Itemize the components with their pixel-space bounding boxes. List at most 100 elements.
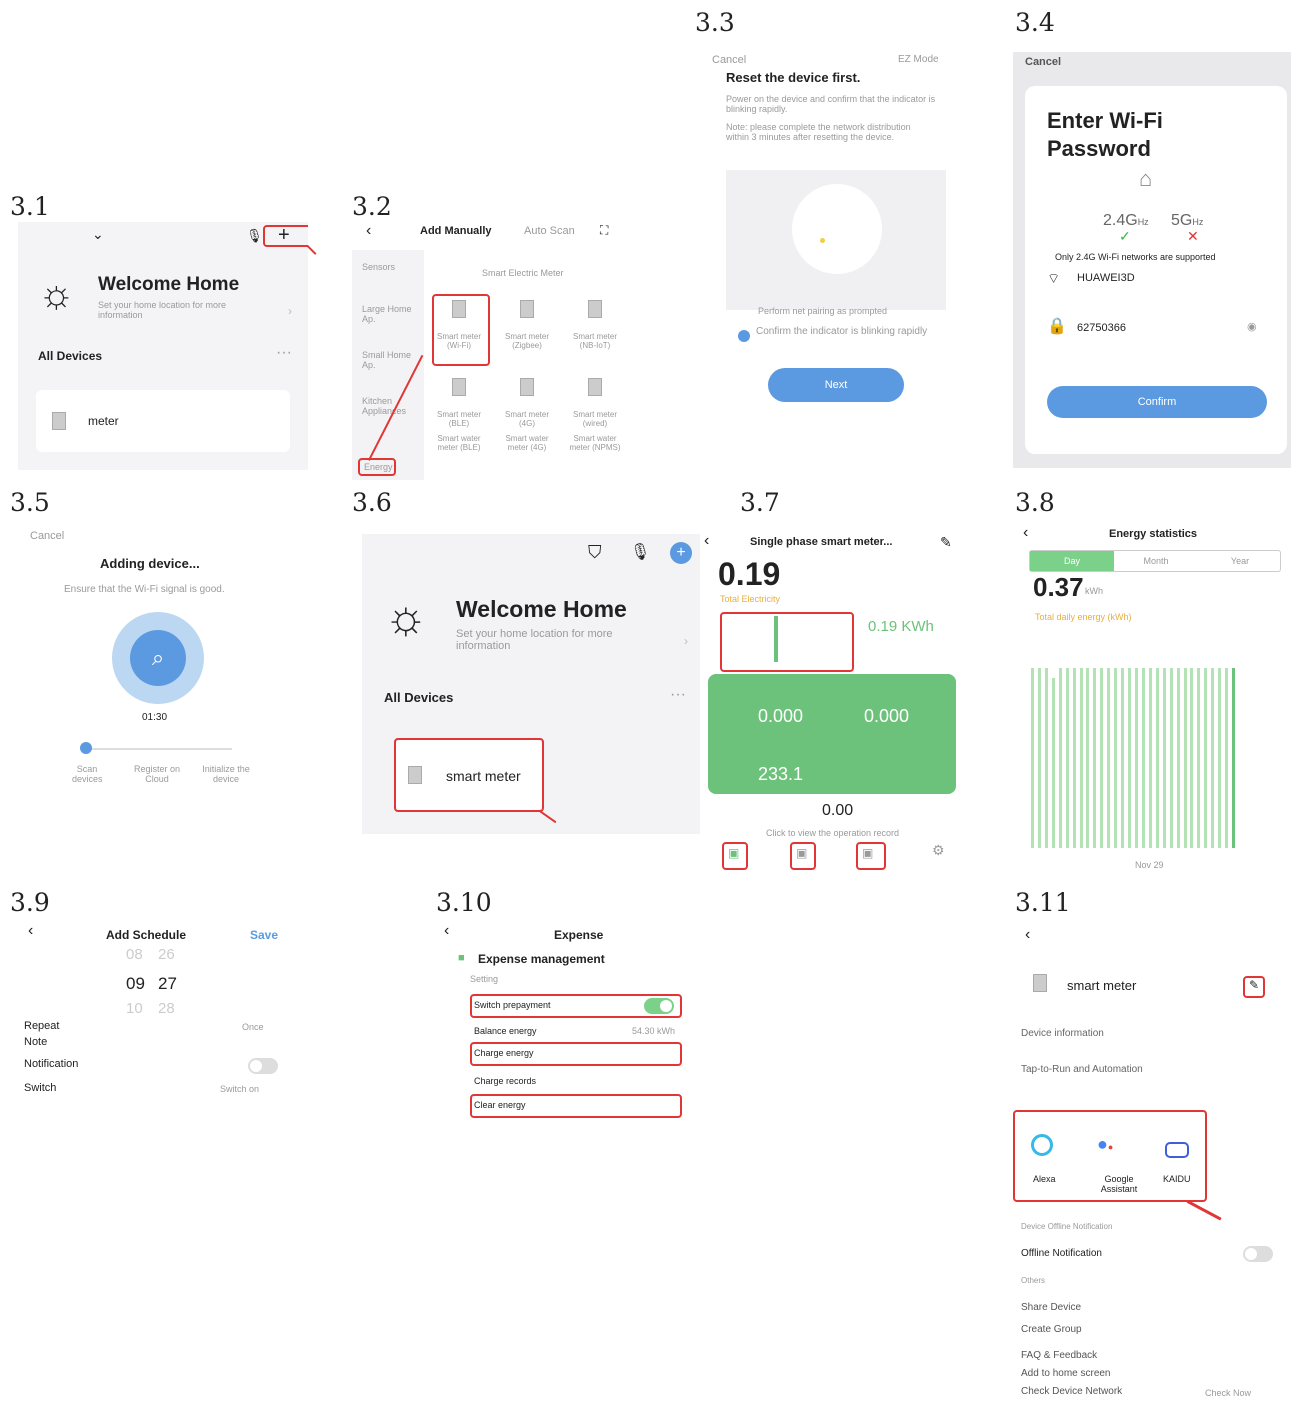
hour-picker[interactable]: 09	[126, 974, 145, 994]
tab-day[interactable]: Day	[1030, 551, 1114, 571]
screen-3-10: ‹ Expense ■ Expense management Setting S…	[436, 920, 716, 1126]
device-info-row[interactable]: Device information	[1021, 1028, 1104, 1039]
device-card[interactable]: meter	[36, 390, 290, 452]
tab-add-manually[interactable]: Add Manually	[420, 225, 492, 237]
more-icon[interactable]: ···	[670, 686, 686, 704]
network-note[interactable]: Only 2.4G Wi-Fi networks are supported	[1055, 252, 1216, 262]
switch-label[interactable]: Switch	[24, 1082, 56, 1094]
cancel-button[interactable]: Cancel	[30, 530, 64, 542]
mic-icon[interactable]: 🎙	[630, 542, 650, 562]
automation-row[interactable]: Tap-to-Run and Automation	[1021, 1064, 1143, 1075]
more-icon[interactable]: ···	[276, 344, 292, 362]
device-option[interactable]: Smart water meter (BLE)	[430, 434, 488, 452]
row-charge-records[interactable]: Charge records	[474, 1076, 536, 1086]
add-icon[interactable]: +	[670, 542, 692, 564]
subtitle[interactable]: Set your home location for more informat…	[456, 628, 636, 652]
faq-row[interactable]: FAQ & Feedback	[1021, 1350, 1097, 1361]
device-option[interactable]: Smart meter (wired)	[566, 410, 624, 428]
notification-toggle[interactable]	[248, 1058, 278, 1074]
minute-picker[interactable]: 27	[158, 974, 177, 994]
kaidu-icon[interactable]	[1165, 1142, 1189, 1158]
step-label: 3.9	[10, 888, 50, 917]
ez-mode-switch[interactable]: EZ Mode	[898, 54, 939, 65]
record-link[interactable]: Click to view the operation record	[766, 828, 899, 838]
ssid-field[interactable]: HUAWEI3D	[1077, 272, 1135, 284]
back-icon[interactable]: ‹	[444, 922, 449, 940]
alexa-icon[interactable]	[1031, 1134, 1053, 1156]
energy-bar	[1093, 668, 1097, 848]
all-devices-tab[interactable]: All Devices	[38, 349, 102, 363]
energy-bar	[1162, 668, 1166, 848]
sidebar-item[interactable]: Sensors	[362, 262, 395, 272]
check-now-link[interactable]: Check Now	[1205, 1388, 1251, 1398]
password-field[interactable]: 62750366	[1077, 322, 1126, 334]
settings-icon[interactable]: ⚙	[932, 842, 945, 859]
step-text: Initialize the device	[202, 764, 250, 784]
energy-bar	[1072, 668, 1076, 848]
device-option[interactable]: Smart meter (Zigbee)	[498, 332, 556, 350]
page-title: Reset the device first.	[726, 70, 861, 85]
google-assistant-icon[interactable]: ●●	[1097, 1134, 1113, 1155]
scan-icon[interactable]: ⛶	[600, 223, 608, 238]
edit-icon[interactable]: ✎	[940, 534, 952, 551]
chevron-right-icon[interactable]: ›	[288, 304, 292, 318]
step-label: 3.7	[740, 488, 780, 517]
cancel-button[interactable]: Cancel	[712, 54, 746, 66]
total-energy-label: Total Electricity	[720, 594, 781, 604]
page-title: Add Schedule	[106, 928, 187, 942]
device-option[interactable]: Smart meter (NB-IoT)	[566, 332, 624, 350]
sidebar-item[interactable]: Large Home Ap.	[362, 304, 412, 324]
highlight-add	[263, 225, 308, 247]
note-label[interactable]: Note	[24, 1036, 47, 1048]
page-title: Welcome Home	[456, 596, 627, 622]
chevron-right-icon[interactable]: ›	[684, 634, 688, 648]
device-option[interactable]: Smart water meter (NPMS)	[566, 434, 624, 452]
repeat-label[interactable]: Repeat	[24, 1020, 59, 1032]
chevron-down-icon[interactable]: ⌄	[92, 226, 104, 243]
sidebar-item[interactable]: Small Home Ap.	[362, 350, 412, 370]
next-button[interactable]: Next	[768, 368, 904, 402]
subtitle[interactable]: Set your home location for more informat…	[98, 300, 248, 320]
hour-next: 10	[126, 1000, 143, 1017]
energy-bar	[1197, 668, 1201, 848]
energy-bar	[1107, 668, 1111, 848]
home-screen-row[interactable]: Add to home screen	[1021, 1368, 1111, 1379]
meter-icon	[52, 412, 66, 430]
repeat-value[interactable]: Once	[242, 1022, 264, 1032]
share-device-row[interactable]: Share Device	[1021, 1302, 1081, 1313]
tab-auto-scan[interactable]: Auto Scan	[524, 225, 575, 237]
setting-heading: Setting	[470, 974, 499, 984]
mic-icon[interactable]: 🎙	[246, 228, 263, 244]
energy-bar	[1086, 668, 1090, 848]
offline-notification-toggle[interactable]	[1243, 1246, 1273, 1262]
sidebar-item[interactable]: Kitchen Appliances	[362, 396, 412, 416]
prompt-text: Perform net pairing as prompted	[758, 306, 888, 316]
back-icon[interactable]: ‹	[1025, 926, 1030, 944]
all-devices-tab[interactable]: All Devices	[384, 690, 453, 705]
row-balance-energy[interactable]: Balance energy	[474, 1026, 537, 1036]
tab-year[interactable]: Year	[1198, 551, 1282, 571]
confirm-checkbox-label[interactable]: Confirm the indicator is blinking rapidl…	[756, 326, 936, 337]
device-option[interactable]: Smart water meter (4G)	[498, 434, 556, 452]
device-option[interactable]: Smart meter (BLE)	[430, 410, 488, 428]
back-icon[interactable]: ‹	[704, 532, 709, 550]
back-icon[interactable]: ‹	[1023, 524, 1028, 542]
cancel-button[interactable]: Cancel	[1025, 56, 1061, 68]
create-group-row[interactable]: Create Group	[1021, 1324, 1082, 1335]
switch-value[interactable]: Switch on	[220, 1084, 259, 1094]
network-check-row[interactable]: Check Device Network	[1021, 1386, 1122, 1397]
confirm-button[interactable]: Confirm	[1047, 386, 1267, 418]
back-icon[interactable]: ‹	[28, 922, 33, 940]
page-title: Password	[1047, 136, 1151, 161]
page-title: Expense	[554, 928, 604, 942]
device-option[interactable]: Smart meter (4G)	[498, 410, 556, 428]
eye-icon[interactable]: ◉	[1247, 320, 1257, 333]
tab-month[interactable]: Month	[1114, 551, 1198, 571]
save-button[interactable]: Save	[250, 928, 278, 942]
annotation-arrow	[306, 245, 317, 255]
checkbox-icon[interactable]	[738, 330, 750, 342]
shield-icon[interactable]: ⛉	[588, 542, 602, 563]
device-name: meter	[88, 414, 119, 428]
current-value: 0.000	[758, 706, 804, 726]
back-icon[interactable]: ‹	[366, 222, 371, 240]
